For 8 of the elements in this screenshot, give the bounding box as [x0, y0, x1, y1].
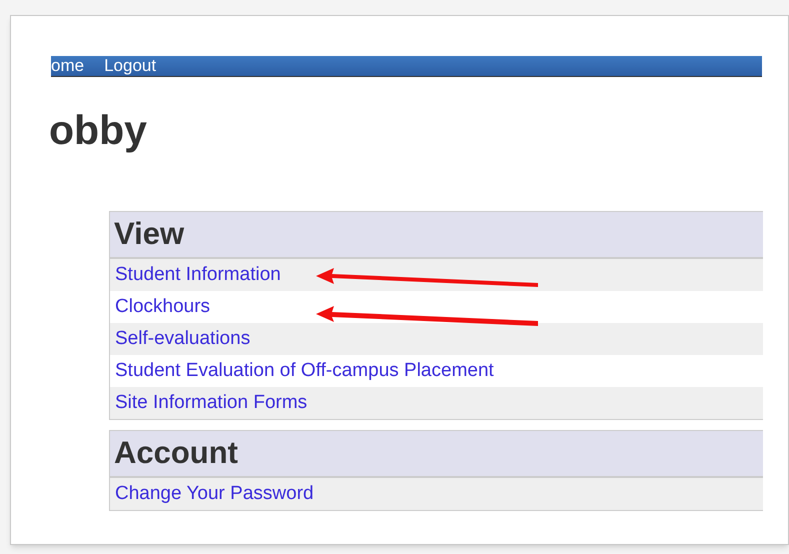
nav-link[interactable]: Self-evaluations	[115, 324, 250, 354]
section-header: View	[110, 212, 763, 259]
nav-link[interactable]: Student Evaluation of Off-campus Placement	[115, 356, 494, 386]
nav-link[interactable]: Clockhours	[115, 292, 210, 322]
nav-link[interactable]: ome	[51, 56, 84, 76]
nav-link[interactable]: Logout	[104, 56, 156, 76]
section-header: Account	[110, 431, 763, 478]
page-title: obby	[49, 106, 148, 155]
